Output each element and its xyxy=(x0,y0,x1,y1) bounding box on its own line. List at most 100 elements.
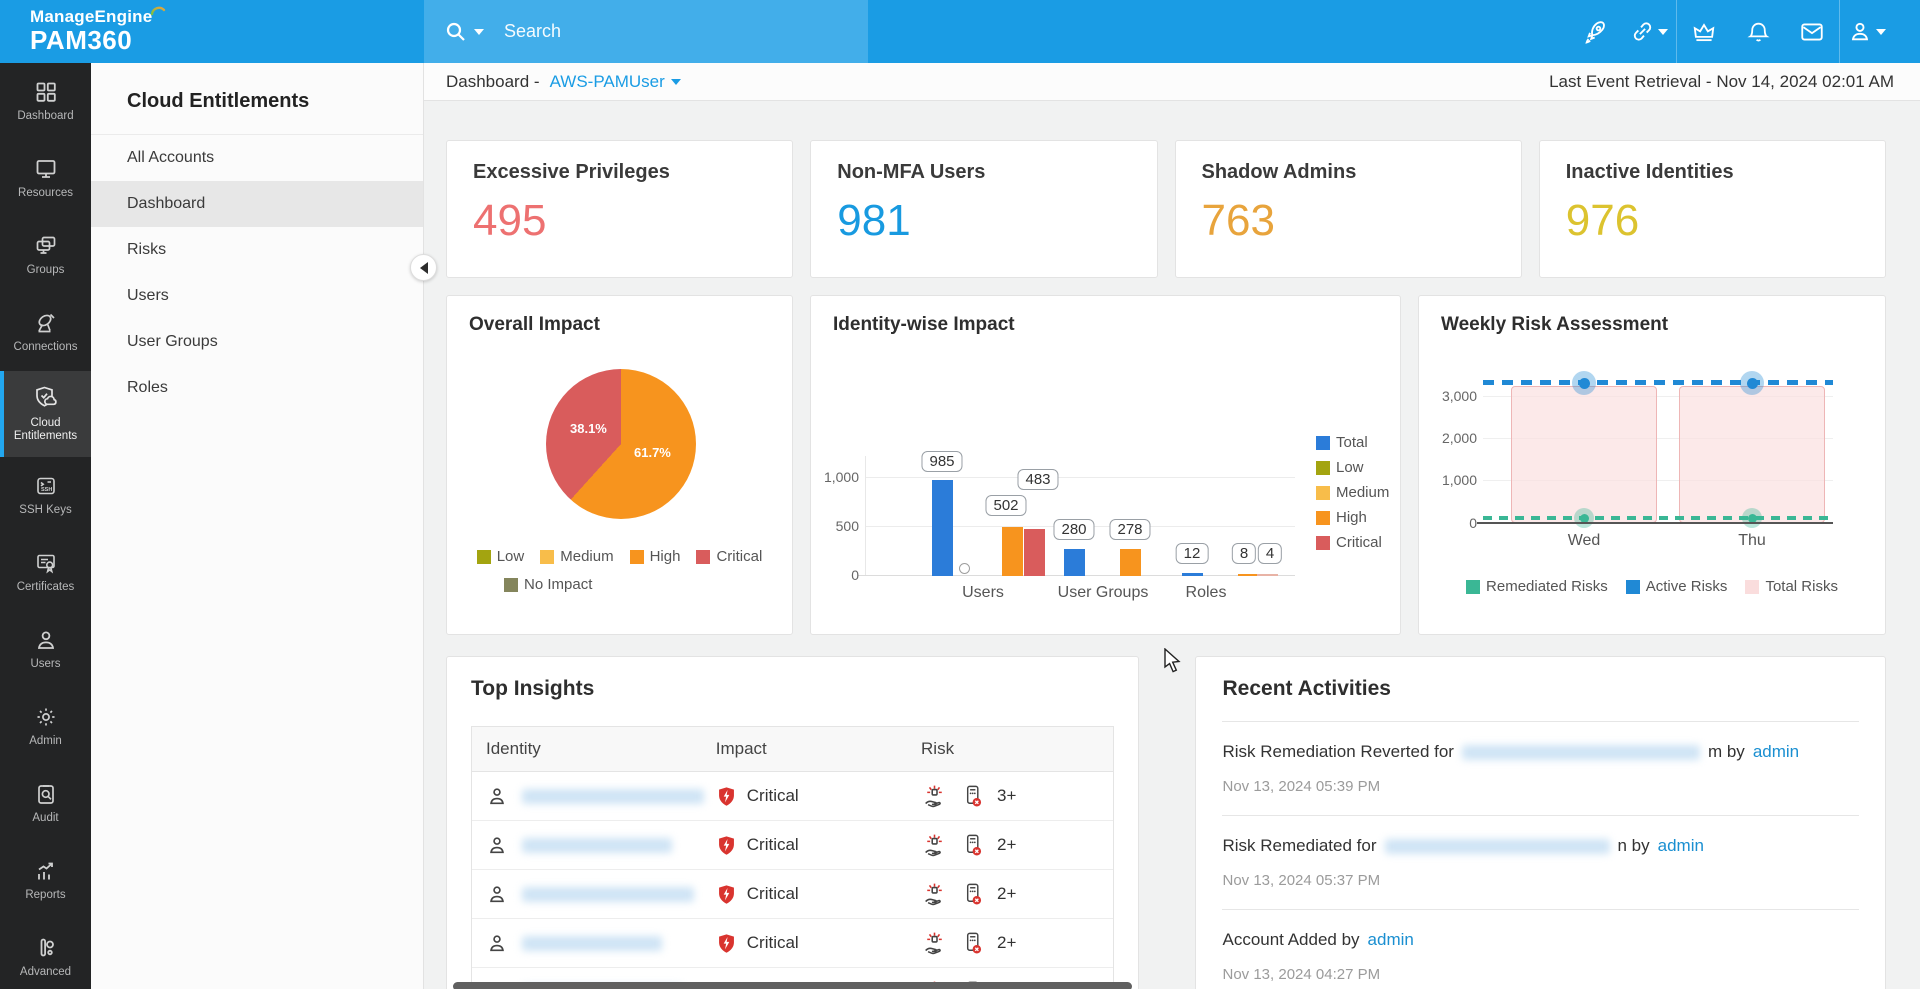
x-category: Wed xyxy=(1567,532,1601,549)
bar-users-total xyxy=(932,480,953,576)
legend-swatch-high xyxy=(1316,510,1330,525)
submenu-item-all-accounts[interactable]: All Accounts xyxy=(91,135,423,181)
marker-users-low xyxy=(959,563,970,574)
main-sidebar: Dashboard Resources Groups Connections C… xyxy=(0,63,91,989)
quick-launch-button[interactable] xyxy=(1568,0,1622,63)
active-risks-marker-thu xyxy=(1740,371,1764,395)
risk-count: 2+ xyxy=(997,835,1017,854)
table-row[interactable]: Critical 3+ xyxy=(472,772,1114,821)
stat-label: Shadow Admins xyxy=(1201,161,1357,183)
sidebar-item-groups[interactable]: Groups xyxy=(0,217,91,294)
redacted-resource xyxy=(1461,744,1700,760)
sidebar-item-users[interactable]: Users xyxy=(0,611,91,688)
sidebar-item-resources[interactable]: Resources xyxy=(0,140,91,217)
total-risks-bar-wed xyxy=(1511,386,1657,523)
notifications-button[interactable] xyxy=(1731,0,1785,63)
submenu-item-dashboard[interactable]: Dashboard xyxy=(91,181,423,227)
table-row[interactable]: Critical 2+ xyxy=(472,870,1114,919)
column-header-risk: Risk xyxy=(921,739,955,758)
y-tick: 3,000 xyxy=(1441,388,1477,404)
stat-value: 981 xyxy=(837,196,911,245)
dashboard-grid-icon xyxy=(36,82,56,102)
critical-shield-icon xyxy=(718,786,734,806)
sidebar-item-connections[interactable]: Connections xyxy=(0,294,91,371)
license-button[interactable] xyxy=(1677,0,1731,63)
critical-shield-icon xyxy=(718,884,734,904)
activity-timestamp: Nov 13, 2024 05:37 PM xyxy=(1222,872,1381,889)
card-title: Weekly Risk Assessment xyxy=(1441,314,1669,335)
charts-row: Overall Impact 38.1% 61.7% Low Medium Hi… xyxy=(446,295,1886,635)
sidebar-item-audit[interactable]: Audit xyxy=(0,765,91,842)
account-selector[interactable]: AWS-PAMUser xyxy=(550,72,681,92)
person-icon xyxy=(490,788,504,805)
card-title: Identity-wise Impact xyxy=(833,314,1015,335)
stat-card-shadow-admins[interactable]: Shadow Admins 763 xyxy=(1174,140,1522,278)
stat-card-excessive-privileges[interactable]: Excessive Privileges 495 xyxy=(446,140,794,278)
x-category: Users xyxy=(962,584,1004,601)
sidebar-item-reports[interactable]: Reports xyxy=(0,842,91,919)
brand-logo: ManageEngine PAM360 xyxy=(0,0,424,63)
sidebar-item-advanced[interactable]: Advanced xyxy=(0,919,91,989)
sidebar-item-admin[interactable]: Admin xyxy=(0,688,91,765)
stat-card-inactive-identities[interactable]: Inactive Identities 976 xyxy=(1538,140,1886,278)
connections-menu-button[interactable] xyxy=(1622,0,1676,63)
active-risks-line xyxy=(1483,380,1833,385)
admin-link[interactable]: admin xyxy=(1368,930,1414,950)
overall-impact-card: Overall Impact 38.1% 61.7% Low Medium Hi… xyxy=(446,295,793,635)
horizontal-scrollbar[interactable] xyxy=(453,982,1133,989)
sidebar-item-certificates[interactable]: Certificates xyxy=(0,534,91,611)
weekly-risk-chart[interactable]: 3,000 2,000 1,000 0 Wed Thu xyxy=(1442,371,1833,549)
table-row[interactable]: Critical 2+ xyxy=(472,919,1114,968)
user-menu-button[interactable] xyxy=(1840,0,1894,63)
top-insights-table: Identity Impact Risk Critical 3+ Critica… xyxy=(471,726,1115,989)
sidebar-item-ssh-keys[interactable]: SSH SSH Keys xyxy=(0,457,91,534)
brand-product: PAM360 xyxy=(30,25,133,55)
privilege-risk-icon xyxy=(925,883,942,905)
search-input[interactable] xyxy=(504,21,804,42)
submenu-item-users[interactable]: Users xyxy=(91,273,423,319)
redacted-identity xyxy=(522,788,704,804)
risk-count: 2+ xyxy=(997,884,1017,903)
pie-label-high: 61.7% xyxy=(634,445,671,460)
stat-value: 976 xyxy=(1565,196,1640,245)
legend-swatch-low xyxy=(476,549,491,564)
risk-count: 3+ xyxy=(997,786,1017,805)
impact-label: Critical xyxy=(746,786,799,805)
bar-groups-total xyxy=(1064,549,1085,576)
messages-button[interactable] xyxy=(1785,0,1839,63)
privilege-risk-icon xyxy=(925,785,942,807)
secondary-sidebar: Cloud Entitlements All Accounts Dashboar… xyxy=(91,63,424,989)
legend-swatch-no-impact xyxy=(504,577,518,592)
admin-link[interactable]: admin xyxy=(1753,742,1799,762)
search-scope-caret-icon[interactable] xyxy=(474,28,484,35)
admin-link[interactable]: admin xyxy=(1658,836,1704,856)
chevron-down-icon xyxy=(1876,28,1886,35)
identity-impact-bar-chart[interactable]: 1,000 500 0 985 502 483 280 278 12 8 4 U… xyxy=(824,451,1295,601)
sidebar-item-dashboard[interactable]: Dashboard xyxy=(0,63,91,140)
sidebar-collapse-button[interactable] xyxy=(410,254,437,281)
remediated-risks-line xyxy=(1483,516,1833,520)
legend-swatch-critical xyxy=(1316,535,1330,550)
monitor-icon xyxy=(36,160,55,178)
stat-card-non-mfa-users[interactable]: Non-MFA Users 981 xyxy=(810,140,1158,278)
chevron-down-icon xyxy=(670,78,681,85)
table-row[interactable]: Critical 2+ xyxy=(472,821,1114,870)
submenu-item-roles[interactable]: Roles xyxy=(91,365,423,411)
gear-icon xyxy=(37,708,54,726)
collapse-arrow-icon xyxy=(419,261,428,274)
crown-icon xyxy=(1693,22,1715,41)
sidebar-item-cloud-entitlements[interactable]: Cloud Entitlements xyxy=(0,371,91,457)
legend-swatch-remediated xyxy=(1466,579,1481,594)
person-icon xyxy=(37,631,54,649)
password-risk-icon xyxy=(966,932,982,953)
value-label: 12 xyxy=(1175,543,1209,564)
submenu-item-user-groups[interactable]: User Groups xyxy=(91,319,423,365)
value-label: 8 xyxy=(1231,543,1257,564)
certificate-icon xyxy=(36,554,55,574)
search-icon[interactable] xyxy=(444,20,468,44)
overall-impact-pie-chart[interactable]: 38.1% 61.7% xyxy=(546,369,696,519)
column-header-identity: Identity xyxy=(486,739,541,758)
bottom-row: Top Insights Identity Impact Risk Critic… xyxy=(446,656,1886,989)
submenu-item-risks[interactable]: Risks xyxy=(91,227,423,273)
global-search xyxy=(424,0,868,63)
